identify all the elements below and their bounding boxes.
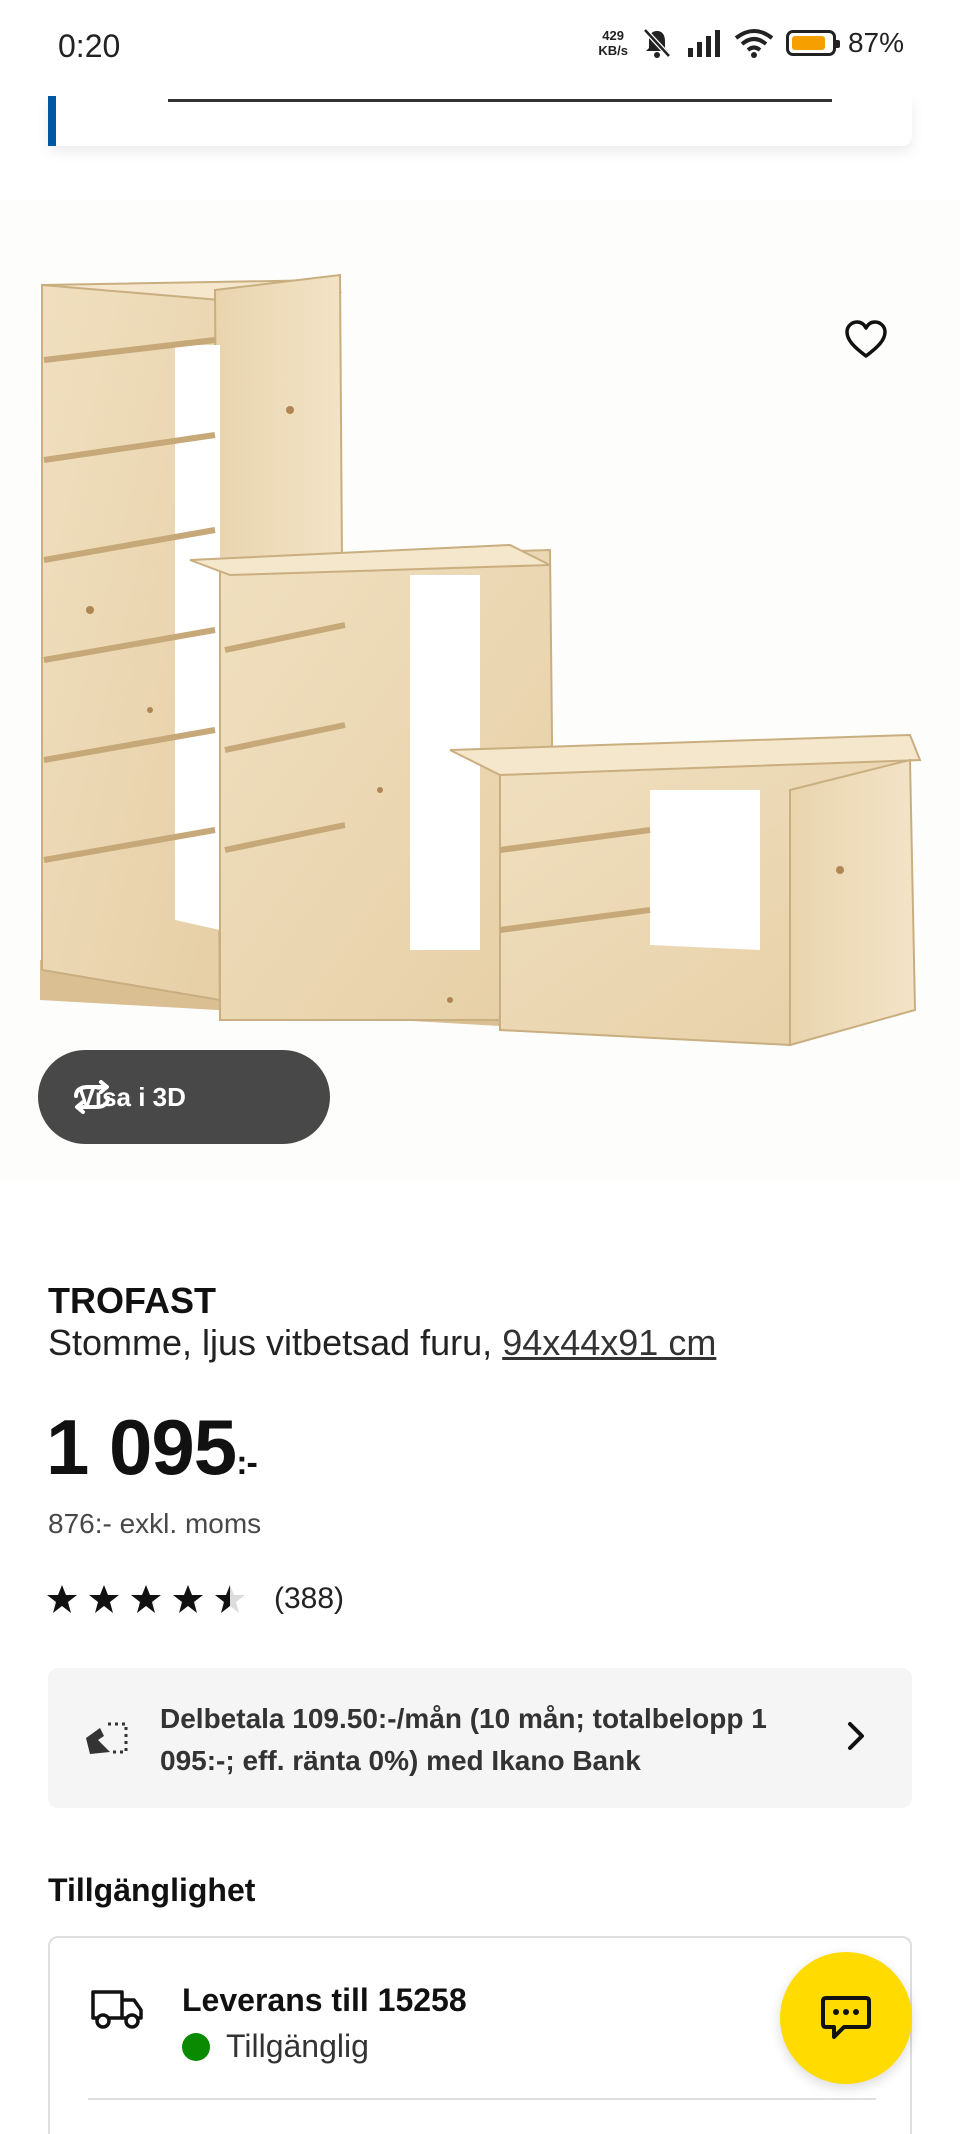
- trofast-shelf-illustration: [40, 273, 922, 1047]
- delivery-truck-icon: [91, 1990, 143, 2029]
- favorite-button[interactable]: [814, 290, 887, 358]
- network-speed: 429 KB/s: [598, 28, 628, 58]
- price-main: 1 095: [46, 1403, 237, 1491]
- status-icons: 429 KB/s 87%: [598, 26, 904, 60]
- product-dimensions-link[interactable]: 94x44x91 cm: [502, 1322, 716, 1363]
- status-time: 0:20: [58, 28, 121, 64]
- installment-text: Delbetala 109.50:-/mån (10 mån; totalbel…: [160, 1703, 767, 1776]
- chat-icon: [821, 1996, 871, 2039]
- availability-title: Tillgänglighet: [48, 1872, 256, 1908]
- product-image[interactable]: Visa i 3D: [0, 200, 960, 1180]
- mute-bell-icon: [643, 28, 671, 58]
- star-half-icon: [215, 1585, 245, 1613]
- star-icon: [89, 1585, 119, 1613]
- installment-icon: [86, 1722, 128, 1754]
- status-bar: 0:20 429 KB/s 87%: [0, 0, 960, 96]
- battery-icon: [785, 30, 840, 56]
- price-suffix: :-: [236, 1444, 258, 1482]
- status-dot: [182, 2032, 210, 2061]
- product-description-text: Stomme, ljus vitbetsad furu,: [48, 1322, 493, 1363]
- installment-banner[interactable]: Delbetala 109.50:-/mån (10 mån; totalbel…: [48, 1668, 912, 1808]
- notice-text-cutoff: [168, 96, 832, 102]
- top-notice-card[interactable]: [48, 96, 912, 146]
- notice-accent-bar: [48, 96, 56, 146]
- view-3d-button[interactable]: Visa i 3D: [38, 1050, 330, 1144]
- chevron-right-icon: [848, 1722, 864, 1750]
- delivery-status-text: Tillgänglig: [226, 2028, 369, 2064]
- rating-count: (388): [274, 1582, 345, 1615]
- star-icon: [47, 1585, 77, 1613]
- product-price: 1 095:-: [46, 1402, 258, 1493]
- star-icon: [173, 1585, 203, 1613]
- heart-icon: [845, 320, 887, 358]
- battery-percent: 87%: [847, 27, 904, 58]
- availability-divider: [88, 2098, 876, 2100]
- delivery-title: Leverans till 15258: [182, 1982, 467, 2018]
- signal-icon: [687, 30, 720, 57]
- price-excl-vat: 876:- exkl. moms: [48, 1508, 262, 1539]
- product-description: Stomme, ljus vitbetsad furu, 94x44x91 cm: [48, 1322, 716, 1364]
- wifi-icon: [734, 29, 774, 58]
- product-name: TROFAST: [48, 1280, 216, 1321]
- product-rating[interactable]: (388): [46, 1582, 344, 1616]
- delivery-status: Tillgänglig: [182, 2028, 369, 2065]
- chat-button[interactable]: [780, 1952, 912, 2084]
- rotate-3d-icon: [74, 1080, 110, 1114]
- battery-fill: [791, 36, 825, 50]
- star-icon: [131, 1585, 161, 1613]
